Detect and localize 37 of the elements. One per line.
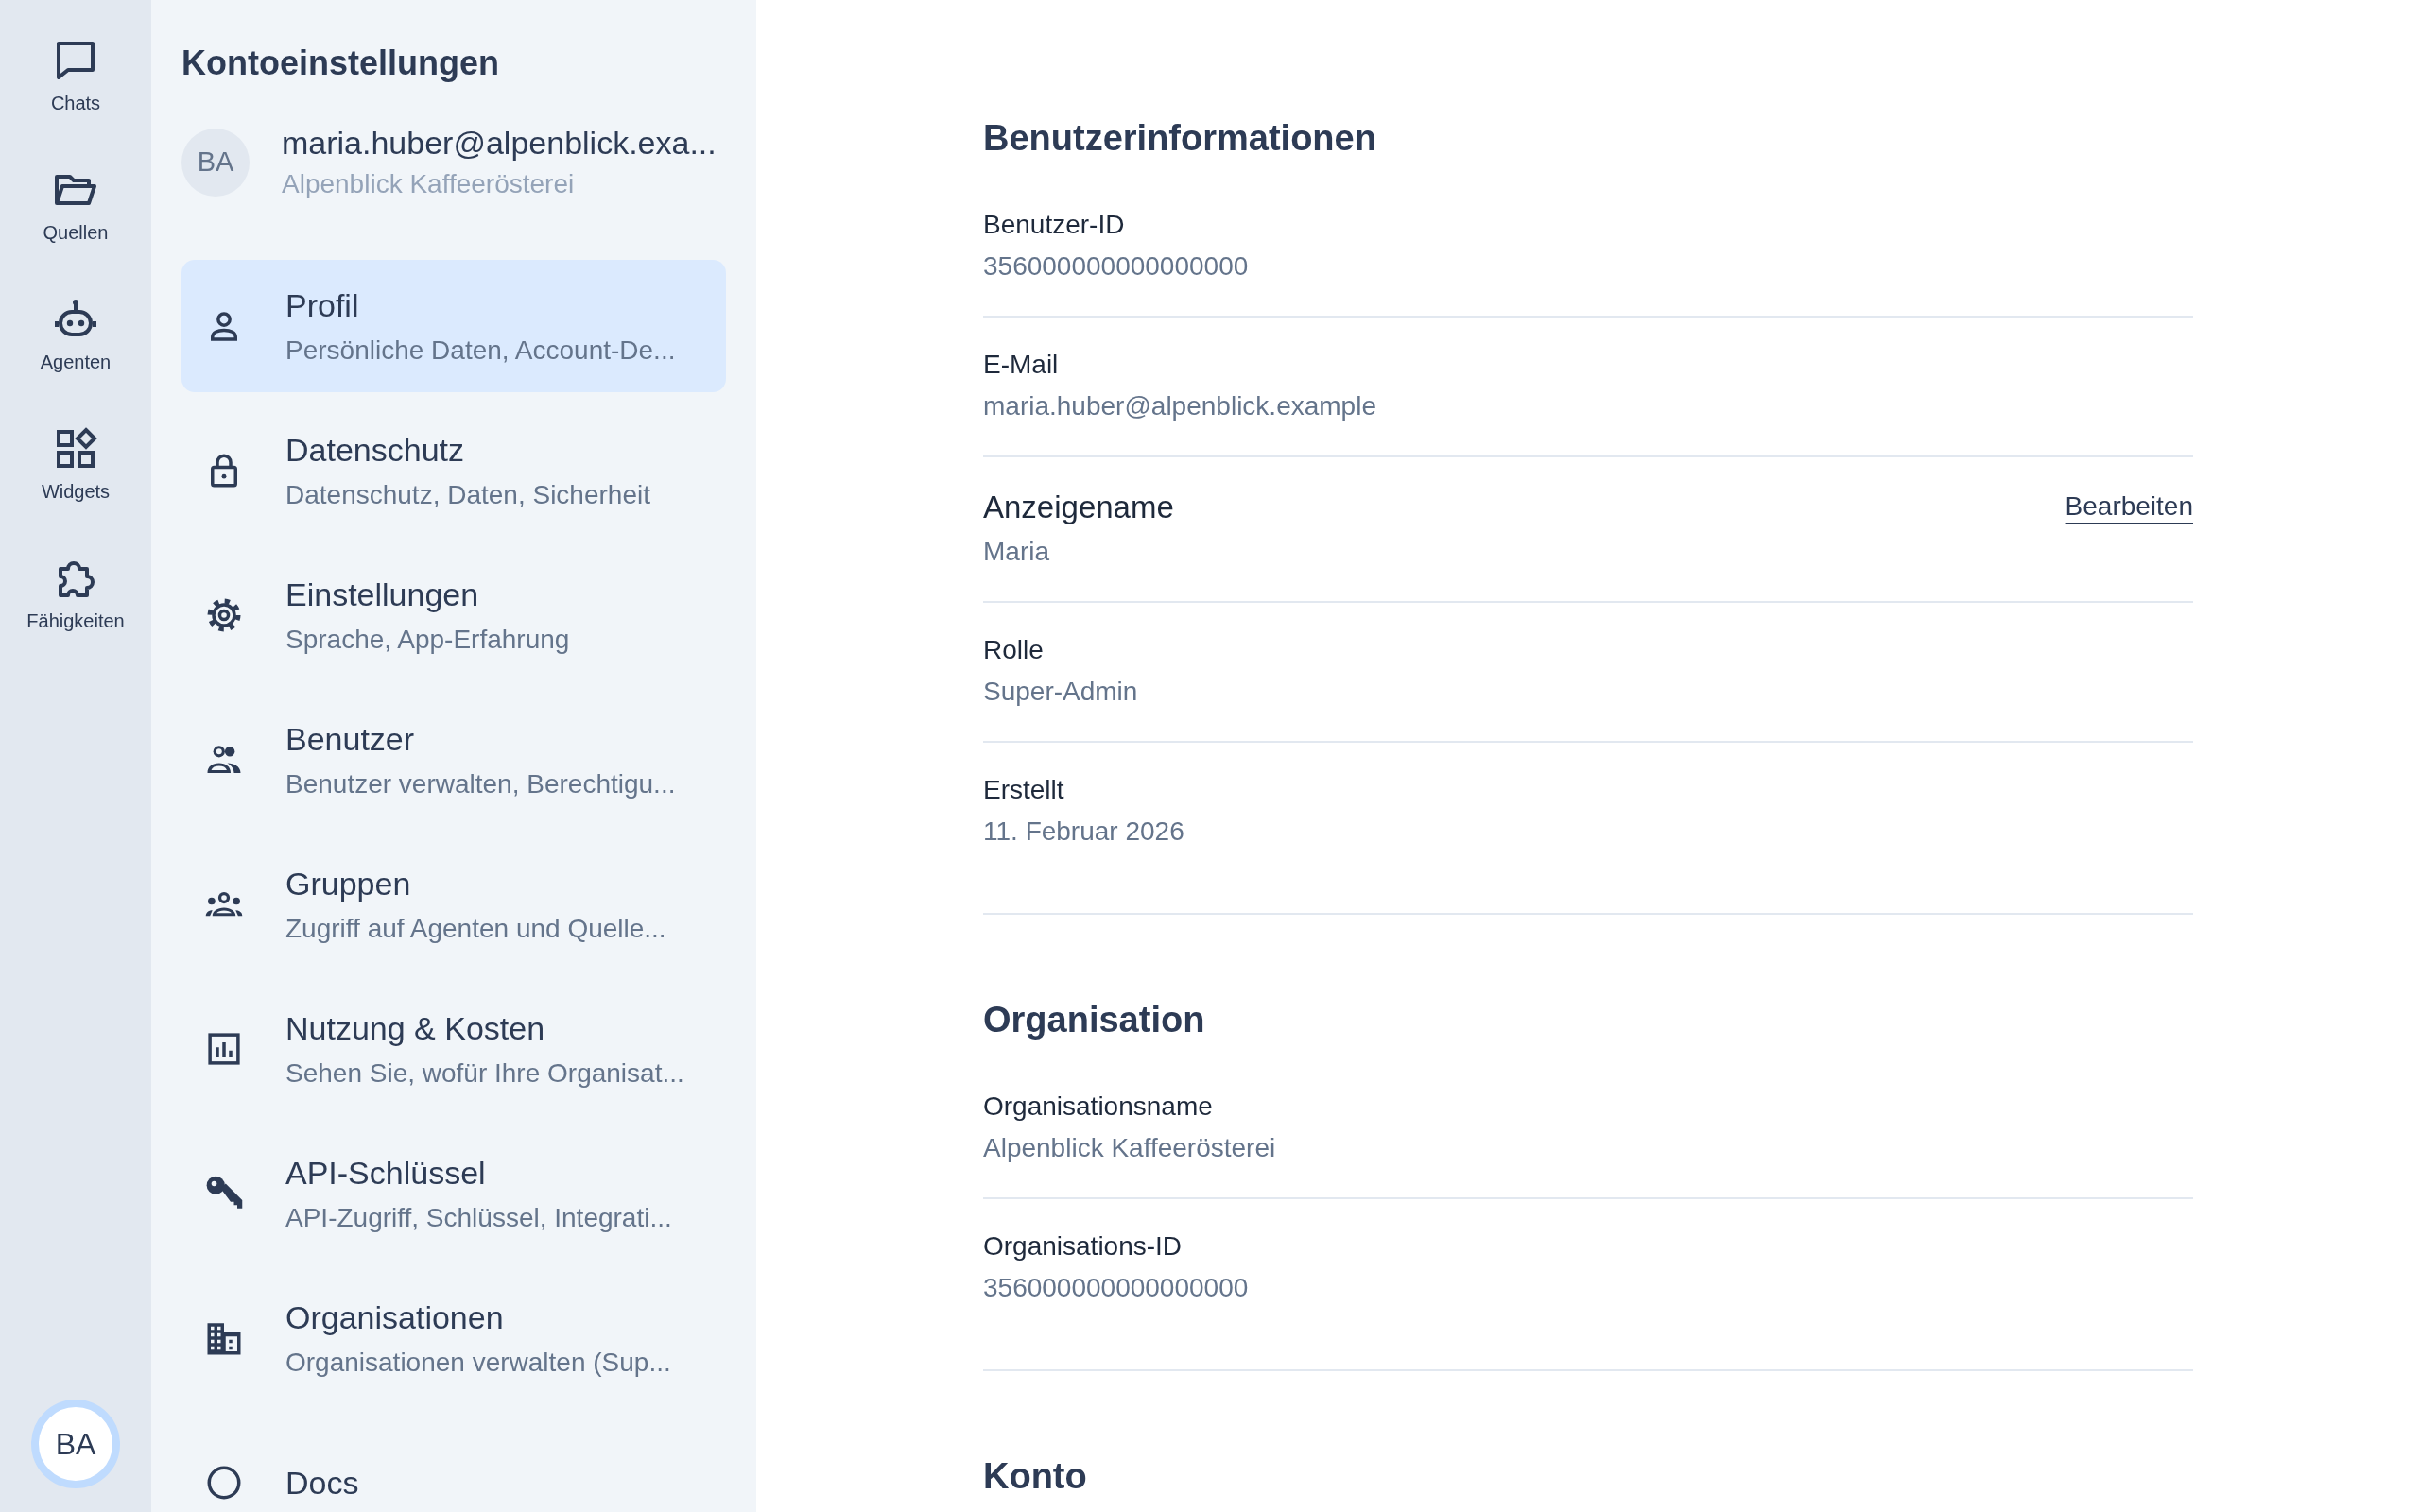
field-label: Organisations-ID	[983, 1231, 1184, 1262]
rail-nav-button[interactable]: Fähigkeiten	[26, 556, 125, 632]
field-label: Erstellt	[983, 775, 1065, 805]
account-email: maria.huber@alpenblick.exa...	[282, 125, 717, 162]
field-value: Alpenblick Kaffeerösterei	[983, 1133, 1276, 1163]
rail-nav-button[interactable]: Chats	[50, 38, 101, 114]
section-heading: Konto	[983, 1456, 1088, 1497]
field-label: E-Mail	[983, 350, 1060, 380]
section-heading: Organisation	[983, 1000, 1206, 1040]
account-avatar: BA	[182, 128, 250, 197]
account-organization: Alpenblick Kaffeerösterei	[282, 169, 576, 199]
field-value: Maria	[983, 537, 1050, 567]
field-value: maria.huber@alpenblick.example	[983, 391, 1376, 421]
field-label: Benutzer-ID	[983, 210, 1126, 240]
settings-nav-item[interactable]: Benutzer Benutzer verwalten, Berechtigu...	[182, 694, 726, 826]
field-value: 356000000000000000	[983, 1273, 1249, 1303]
rail-nav-button[interactable]: Quellen	[43, 167, 109, 244]
settings-nav-item[interactable]: Docs	[182, 1417, 726, 1512]
settings-nav-item[interactable]: Profil Persönliche Daten, Account-De...	[182, 260, 726, 392]
user-avatar-button[interactable]: BA	[31, 1400, 120, 1488]
settings-nav-item[interactable]: Gruppen Zugriff auf Agenten und Quelle...	[182, 838, 726, 971]
settings-nav-item[interactable]: Datenschutz Datenschutz, Daten, Sicherheit	[182, 404, 726, 537]
rail-nav-button[interactable]: Widgets	[41, 426, 111, 503]
settings-nav-item[interactable]: Nutzung & Kosten Sehen Sie, wofür Ihre Organisat...	[182, 983, 726, 1115]
field-value: 356000000000000000	[983, 251, 1249, 282]
settings-nav-item[interactable]: API-Schlüssel API-Zugriff, Schlüssel, Integrati...	[182, 1127, 726, 1260]
sidebar-title: Kontoeinstellungen	[182, 43, 500, 83]
rail-nav-button[interactable]: Agenten	[40, 297, 112, 373]
settings-nav-item[interactable]: Organisationen Organisationen verwalten (Sup...	[182, 1272, 726, 1404]
edit-link[interactable]: Bearbeiten	[2065, 491, 2193, 522]
section-heading: Benutzerinformationen	[983, 118, 1377, 159]
field-value: 11. Februar 2026	[983, 816, 1184, 847]
field-value: Super-Admin	[983, 677, 1138, 707]
field-label: Rolle	[983, 635, 1045, 665]
field-label: Organisationsname	[983, 1091, 1214, 1122]
field-label: Anzeigename	[983, 490, 1174, 525]
settings-nav-item[interactable]: Einstellungen Sprache, App-Erfahrung	[182, 549, 726, 681]
